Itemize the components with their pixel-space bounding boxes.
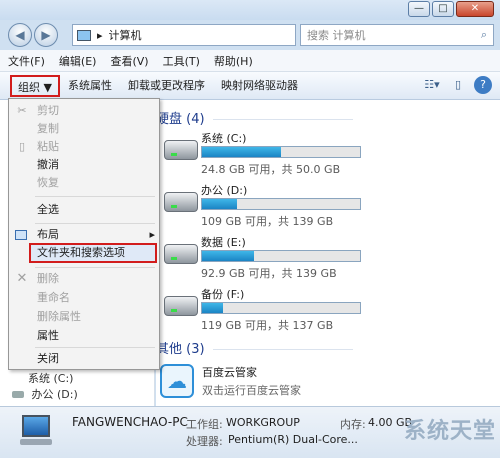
workgroup-value: WORKGROUP: [226, 416, 300, 429]
title-bar: — □ ✕: [0, 0, 500, 20]
drive-usage-bar: [201, 198, 361, 210]
drive-size: 92.9 GB 可用，共 139 GB: [201, 267, 337, 280]
menu-item-layout[interactable]: 布局 ▸: [9, 225, 159, 245]
menu-separator: [35, 223, 155, 224]
drive-item[interactable]: 系统 (C:) 24.8 GB 可用，共 50.0 GB: [164, 130, 494, 176]
organize-menu: ✂ 剪切 复制 ▯ 粘贴 撤消 恢复 全选 布局 ▸ 文件夹和搜索选项 ✕ 删除 重命名…: [8, 98, 160, 370]
sidebar-item-c[interactable]: 系统 (C:): [28, 370, 73, 386]
hard-drive-icon: [164, 296, 198, 316]
address-separator: ▸: [97, 28, 103, 42]
menu-item-select-all[interactable]: 全选: [9, 200, 159, 220]
delete-x-icon: ✕: [16, 271, 28, 286]
sidebar-item-d[interactable]: 办公 (D:): [12, 386, 78, 402]
hard-drive-icon: [164, 140, 198, 160]
baidu-cloud-item[interactable]: ☁ 百度云管家 双击运行百度云管家: [160, 362, 500, 402]
menu-item-copy[interactable]: 复制: [9, 119, 159, 139]
menu-view[interactable]: 查看(V): [110, 53, 148, 69]
drive-item[interactable]: 备份 (F:) 119 GB 可用，共 137 GB: [164, 286, 494, 332]
layout-icon: [15, 230, 27, 240]
menu-item-rename[interactable]: 重命名: [9, 288, 159, 308]
navigation-bar: ◀ ▶ ▸ 计算机 搜索 计算机 ⌕: [0, 20, 500, 50]
cloud-icon: ☁: [160, 364, 194, 398]
cpu-label: 处理器:: [186, 435, 223, 448]
section-other: 其他 (3): [156, 338, 353, 357]
drive-name: 系统 (C:): [201, 132, 247, 145]
details-pane: FANGWENCHAO-PC 工作组: WORKGROUP 处理器: Penti…: [0, 406, 500, 458]
section-hard-disks: 硬盘 (4): [156, 108, 353, 127]
drive-item[interactable]: 数据 (E:) 92.9 GB 可用，共 139 GB: [164, 234, 494, 280]
address-bar[interactable]: ▸ 计算机: [72, 24, 296, 46]
drive-name: 办公 (D:): [201, 184, 248, 197]
forward-button[interactable]: ▶: [34, 23, 58, 47]
search-icon: ⌕: [480, 28, 487, 41]
drive-usage-bar: [201, 250, 361, 262]
address-text: 计算机: [108, 29, 142, 42]
hard-drive-icon: [164, 244, 198, 264]
menu-item-redo[interactable]: 恢复: [9, 173, 159, 193]
organize-button[interactable]: 组织 ▼: [10, 74, 60, 97]
maximize-button[interactable]: □: [432, 1, 454, 17]
menu-file[interactable]: 文件(F): [8, 53, 45, 69]
workgroup-label: 工作组:: [186, 418, 223, 431]
drive-size: 109 GB 可用，共 139 GB: [201, 215, 334, 228]
command-toolbar: 组织 ▼ 系统属性 卸载或更改程序 映射网络驱动器 ☷▾ ▯ ?: [0, 72, 500, 100]
clipboard-icon: ▯: [18, 140, 26, 153]
menu-item-folder-options[interactable]: 文件夹和搜索选项: [29, 243, 157, 263]
scissors-icon: ✂: [17, 104, 27, 117]
uninstall-program-button[interactable]: 卸载或更改程序: [120, 75, 213, 97]
menu-tools[interactable]: 工具(T): [163, 53, 200, 69]
help-icon[interactable]: ?: [474, 76, 492, 94]
menu-separator: [35, 196, 155, 197]
drive-usage-bar: [201, 146, 361, 158]
drive-name: 备份 (F:): [201, 288, 245, 301]
close-button[interactable]: ✕: [456, 1, 494, 17]
memory-label: 内存:: [340, 418, 366, 431]
menu-item-properties[interactable]: 属性: [9, 326, 159, 346]
app-description: 双击运行百度云管家: [202, 384, 301, 397]
hard-drive-icon: [164, 192, 198, 212]
drive-icon: [12, 391, 24, 398]
menu-separator: [35, 347, 155, 348]
menu-item-delete[interactable]: ✕ 删除: [9, 269, 159, 289]
computer-name: FANGWENCHAO-PC: [72, 415, 188, 429]
menu-item-cut[interactable]: ✂ 剪切: [9, 101, 159, 121]
computer-icon: [77, 29, 91, 41]
menu-edit[interactable]: 编辑(E): [59, 53, 97, 69]
drive-usage-bar: [201, 302, 361, 314]
preview-pane-icon[interactable]: ▯: [448, 76, 468, 94]
watermark-logo: 系统天堂: [403, 419, 496, 444]
map-network-drive-button[interactable]: 映射网络驱动器: [213, 75, 306, 97]
drive-name: 数据 (E:): [201, 236, 246, 249]
menu-bar: 文件(F) 编辑(E) 查看(V) 工具(T) 帮助(H): [0, 50, 500, 72]
back-button[interactable]: ◀: [8, 23, 32, 47]
menu-help[interactable]: 帮助(H): [214, 53, 253, 69]
content-pane: 硬盘 (4) 系统 (C:) 24.8 GB 可用，共 50.0 GB 办公 (…: [156, 100, 500, 406]
menu-item-remove-properties[interactable]: 删除属性: [9, 307, 159, 327]
view-options-icon[interactable]: ☷▾: [422, 76, 442, 94]
menu-item-paste[interactable]: ▯ 粘贴: [9, 137, 159, 157]
drive-item[interactable]: 办公 (D:) 109 GB 可用，共 139 GB: [164, 182, 494, 228]
search-input[interactable]: 搜索 计算机 ⌕: [300, 24, 494, 46]
computer-icon: [16, 415, 56, 449]
minimize-button[interactable]: —: [408, 1, 430, 17]
app-name: 百度云管家: [202, 366, 257, 379]
menu-separator: [35, 267, 155, 268]
menu-item-close[interactable]: 关闭: [9, 349, 159, 369]
cpu-value: Pentium(R) Dual-Core...: [228, 433, 358, 446]
system-properties-button[interactable]: 系统属性: [60, 75, 120, 97]
drive-size: 24.8 GB 可用，共 50.0 GB: [201, 163, 341, 176]
menu-item-undo[interactable]: 撤消: [9, 155, 159, 175]
submenu-arrow-icon: ▸: [149, 228, 155, 241]
drive-size: 119 GB 可用，共 137 GB: [201, 319, 334, 332]
search-placeholder: 搜索 计算机: [307, 29, 366, 42]
